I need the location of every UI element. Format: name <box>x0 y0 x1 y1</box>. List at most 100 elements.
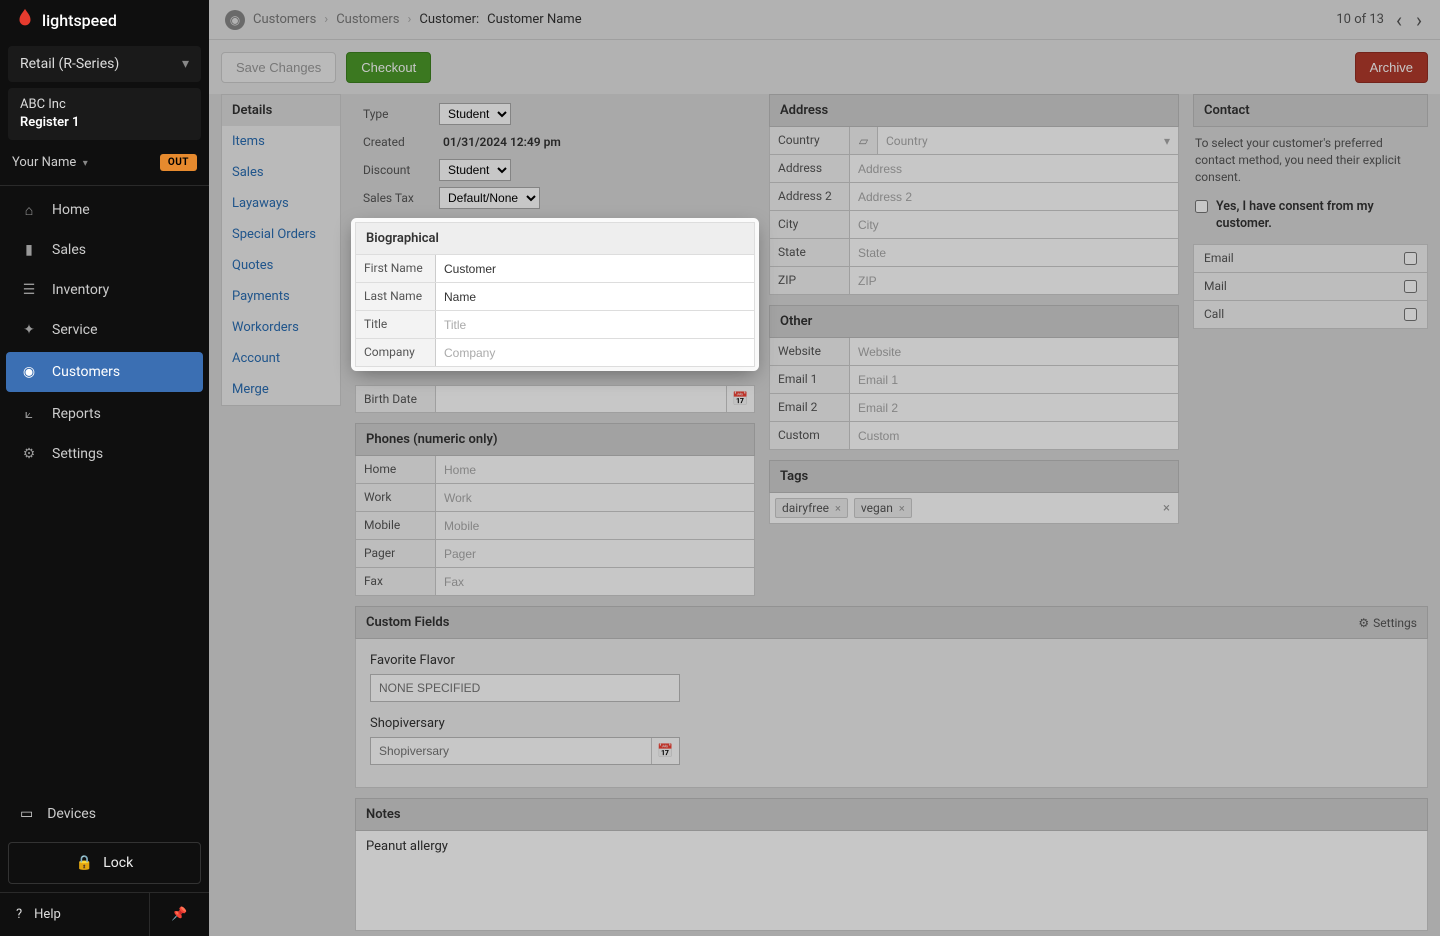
tab-account[interactable]: Account <box>222 343 340 374</box>
city-input[interactable] <box>850 211 1178 238</box>
company-name: ABC Inc <box>20 96 189 114</box>
calendar-icon[interactable]: 📅 <box>726 386 754 412</box>
fax-phone-input[interactable] <box>436 568 754 595</box>
email1-input[interactable] <box>850 366 1178 393</box>
remove-icon[interactable]: × <box>835 502 841 515</box>
discount-select[interactable]: Student <box>439 159 511 181</box>
chevron-right-icon: › <box>324 12 328 27</box>
tab-details[interactable]: Details <box>222 95 340 126</box>
flame-icon <box>14 7 36 33</box>
nav-label: Service <box>52 322 98 338</box>
email2-input[interactable] <box>850 394 1178 421</box>
consent-checkbox[interactable] <box>1195 200 1208 213</box>
lock-label: Lock <box>103 855 133 871</box>
zip-input[interactable] <box>850 267 1178 294</box>
user-row[interactable]: Your Name ▾ OUT <box>0 140 209 186</box>
contact-help-text: To select your customer's preferred cont… <box>1193 127 1428 195</box>
help-button[interactable]: ?Help <box>0 893 149 936</box>
pager-next[interactable]: › <box>1414 6 1424 34</box>
tab-payments[interactable]: Payments <box>222 281 340 312</box>
home-phone-input[interactable] <box>436 456 754 483</box>
register-name: Register 1 <box>20 114 189 132</box>
help-label: Help <box>34 907 61 922</box>
country-select[interactable]: ▱ Country▾ <box>850 127 1178 154</box>
type-row: Type Student <box>363 100 755 128</box>
website-input[interactable] <box>850 338 1178 365</box>
favorite-flavor-input[interactable] <box>371 681 679 695</box>
address-input[interactable] <box>850 155 1178 182</box>
brand-text: lightspeed <box>42 11 117 30</box>
clear-tags-icon[interactable]: × <box>1163 501 1170 516</box>
tab-items[interactable]: Items <box>222 126 340 157</box>
type-select[interactable]: Student <box>439 103 511 125</box>
tag-item[interactable]: vegan× <box>854 498 912 518</box>
remove-icon[interactable]: × <box>899 502 905 515</box>
address2-input[interactable] <box>850 183 1178 210</box>
save-button[interactable]: Save Changes <box>221 52 336 83</box>
tab-special-orders[interactable]: Special Orders <box>222 219 340 250</box>
first-name-input[interactable] <box>436 255 754 282</box>
tag-item[interactable]: dairyfree × <box>775 498 848 518</box>
pin-button[interactable]: 📌 <box>149 893 209 936</box>
contact-email-checkbox[interactable] <box>1404 252 1417 265</box>
mobile-phone-input[interactable] <box>436 512 754 539</box>
title-input[interactable] <box>436 311 754 338</box>
lock-button[interactable]: 🔒Lock <box>8 842 201 884</box>
tab-sales[interactable]: Sales <box>222 157 340 188</box>
phones-header: Phones (numeric only) <box>355 423 755 456</box>
checkout-button[interactable]: Checkout <box>346 52 431 83</box>
nav-inventory[interactable]: ☰Inventory <box>0 270 209 310</box>
nav-service[interactable]: ✦Service <box>0 310 209 350</box>
biographical-section: Biographical First Name Last Name Title … <box>355 222 755 367</box>
nav-reports[interactable]: ⟀Reports <box>0 394 209 434</box>
tab-layaways[interactable]: Layaways <box>222 188 340 219</box>
shopiversary-label: Shopiversary <box>370 716 1413 731</box>
tab-quotes[interactable]: Quotes <box>222 250 340 281</box>
tags-input[interactable]: dairyfree × vegan× × <box>769 493 1179 524</box>
calendar-icon[interactable]: 📅 <box>651 738 679 764</box>
consent-row[interactable]: Yes, I have consent from my customer. <box>1193 195 1428 244</box>
crumb-customers-2[interactable]: Customers <box>336 12 399 27</box>
nav-settings[interactable]: ⚙Settings <box>0 434 209 474</box>
nav-sales[interactable]: ▮Sales <box>0 230 209 270</box>
breadcrumb: ◉ Customers › Customers › Customer: Cust… <box>225 10 582 30</box>
salestax-select[interactable]: Default/None <box>439 187 540 209</box>
nav-devices[interactable]: ▭Devices <box>0 794 209 834</box>
birthdate-input[interactable] <box>436 392 726 406</box>
nav-label: Inventory <box>52 282 109 298</box>
archive-button[interactable]: Archive <box>1355 52 1428 83</box>
custom-input[interactable] <box>850 422 1178 449</box>
state-label: State <box>770 239 850 266</box>
pager-phone-input[interactable] <box>436 540 754 567</box>
notes-textarea[interactable]: Peanut allergy <box>355 831 1428 931</box>
company-input[interactable] <box>436 339 754 366</box>
nav-customers[interactable]: ◉Customers <box>6 352 203 392</box>
shopiversary-input[interactable] <box>371 744 651 758</box>
pager-prev[interactable]: ‹ <box>1394 6 1404 34</box>
nav-label: Devices <box>47 806 96 822</box>
tab-merge[interactable]: Merge <box>222 374 340 405</box>
out-badge[interactable]: OUT <box>160 154 197 171</box>
crumb-customers[interactable]: Customers <box>253 12 316 27</box>
main-nav: ⌂Home ▮Sales ☰Inventory ✦Service ◉Custom… <box>0 186 209 474</box>
last-name-input[interactable] <box>436 283 754 310</box>
custom-fields-settings[interactable]: ⚙Settings <box>1358 616 1417 630</box>
tab-workorders[interactable]: Workorders <box>222 312 340 343</box>
salestax-label: Sales Tax <box>363 191 439 205</box>
contact-mail-checkbox[interactable] <box>1404 280 1417 293</box>
location-box[interactable]: ABC Inc Register 1 <box>8 88 201 140</box>
pager-label: 10 of 13 <box>1336 12 1384 27</box>
contact-call-checkbox[interactable] <box>1404 308 1417 321</box>
mobile-phone-label: Mobile <box>356 512 436 539</box>
work-phone-input[interactable] <box>436 484 754 511</box>
state-input[interactable] <box>850 239 1178 266</box>
product-selector[interactable]: Retail (R-Series) ▾ <box>8 46 201 82</box>
custom-fields-title: Custom Fields <box>366 615 449 630</box>
biographical-header: Biographical <box>355 222 755 255</box>
tag-label: dairyfree <box>782 501 829 515</box>
tag-icon: ▮ <box>20 241 38 259</box>
created-row: Created 01/31/2024 12:49 pm <box>363 128 755 156</box>
contact-call-label: Call <box>1204 307 1224 321</box>
consent-label: Yes, I have consent from my customer. <box>1216 199 1426 232</box>
nav-home[interactable]: ⌂Home <box>0 190 209 230</box>
